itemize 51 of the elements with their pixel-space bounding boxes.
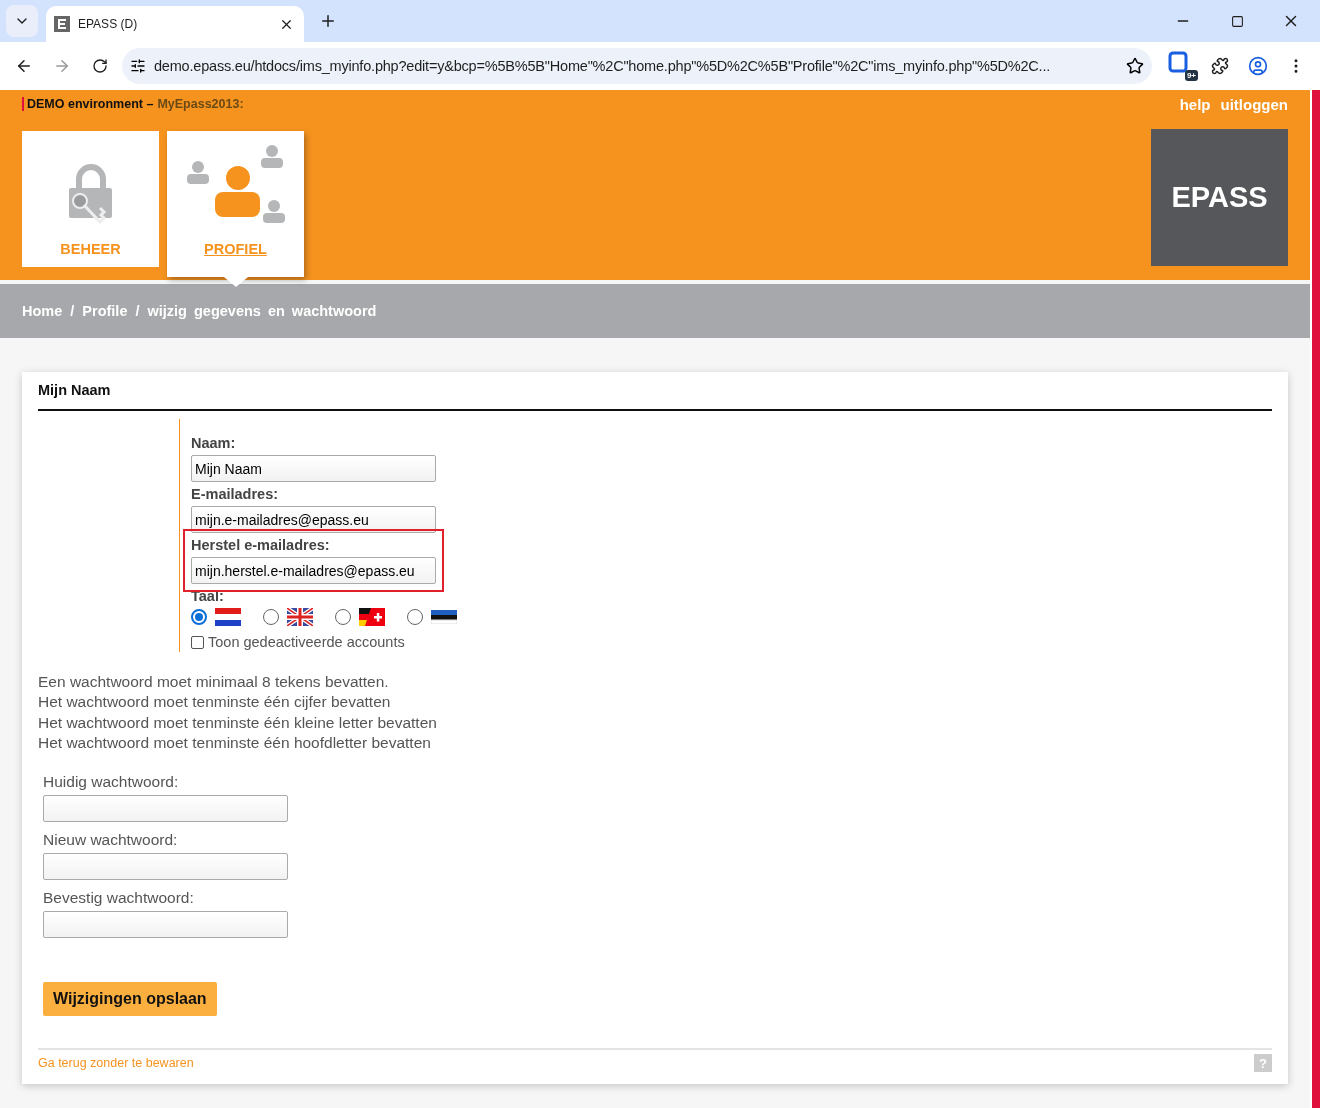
- british-flag-icon: [287, 608, 313, 626]
- tab-list-button[interactable]: [6, 5, 38, 37]
- nav-tile[interactable]: BEHEER: [22, 131, 159, 267]
- environment-label: DEMO environment –: [27, 97, 154, 111]
- german-swiss-flag-icon: [359, 608, 385, 626]
- password-field[interactable]: [43, 853, 288, 881]
- text-field[interactable]: mijn.herstel.e-mailadres@epass.eu: [191, 557, 436, 584]
- estonian-flag-icon: [431, 610, 457, 624]
- field-label: Nieuw wachtwoord:: [43, 831, 179, 850]
- header-link[interactable]: help: [1179, 96, 1211, 113]
- breadcrumb-link[interactable]: wijzig gegevens en wachtwoord: [147, 303, 377, 319]
- padlock-key-icon: [67, 161, 114, 227]
- language-radio[interactable]: [263, 609, 279, 625]
- address-bar[interactable]: demo.epass.eu/htdocs/ims_myinfo.php?edit=y&bcp=%5B%5B"Home"%2C"home.php"%5D%2C%5B"Profile"%2C"ims_myinfo.php"%5D%2C...: [122, 48, 1152, 84]
- help-button[interactable]: ?: [1254, 1054, 1272, 1072]
- password-rule: Het wachtwoord moet tenminste één hoofdletter bevatten: [38, 732, 432, 753]
- back-link[interactable]: Ga terug zonder te bewaren: [38, 1056, 194, 1070]
- dutch-flag-icon: [215, 608, 241, 626]
- account-name: MyEpass2013:: [157, 97, 244, 111]
- browser-tab[interactable]: EPASS (D): [46, 6, 304, 42]
- checkbox[interactable]: [191, 635, 204, 649]
- password-field[interactable]: [43, 795, 288, 823]
- password-field[interactable]: [43, 911, 288, 939]
- breadcrumb-link[interactable]: Profile: [82, 303, 128, 319]
- text-field[interactable]: Mijn Naam: [191, 455, 436, 482]
- language-radio[interactable]: [407, 609, 423, 625]
- bookmark-star-icon[interactable]: [1126, 57, 1144, 75]
- header-link[interactable]: uitloggen: [1220, 96, 1288, 113]
- field-label: Huidig wachtwoord:: [43, 773, 180, 792]
- field-label: E-mailadres:: [191, 486, 280, 502]
- field-label: Naam:: [191, 435, 237, 451]
- language-radio[interactable]: [191, 609, 207, 625]
- card-title: Mijn Naam: [38, 382, 1272, 411]
- text-field[interactable]: mijn.e-mailadres@epass.eu: [191, 506, 436, 533]
- breadcrumb-separator: /: [135, 303, 140, 319]
- password-rule: Het wachtwoord moet tenminste één cijfer bevatten: [38, 692, 392, 713]
- breadcrumb-link[interactable]: Home: [22, 303, 63, 319]
- password-rule: Het wachtwoord moet tenminste één kleine letter bevatten: [38, 712, 438, 733]
- site-settings-icon[interactable]: [130, 58, 146, 74]
- epass-logo: EPASS: [1151, 129, 1288, 266]
- url-text: demo.epass.eu/htdocs/ims_myinfo.php?edit=y&bcp=%5B%5B"Home"%2C"home.php"%5D%2C%5B"Profile"%2C"ims_myinfo.php"%5D%2C...: [154, 58, 1052, 74]
- field-label: Herstel e-mailadres:: [191, 537, 331, 553]
- checkbox-label: Toon gedeactiveerde accounts: [208, 634, 405, 650]
- password-rule: Een wachtwoord moet minimaal 8 tekens bevatten.: [38, 672, 390, 692]
- save-button[interactable]: Wijzigingen opslaan: [43, 982, 217, 1017]
- breadcrumb-separator: /: [70, 303, 75, 319]
- language-radio[interactable]: [335, 609, 351, 625]
- site-favicon-icon: [54, 16, 70, 32]
- field-label: Bevestig wachtwoord:: [43, 889, 195, 908]
- nav-tile[interactable]: PROFIEL: [167, 131, 304, 277]
- tab-title: EPASS (D): [78, 17, 139, 31]
